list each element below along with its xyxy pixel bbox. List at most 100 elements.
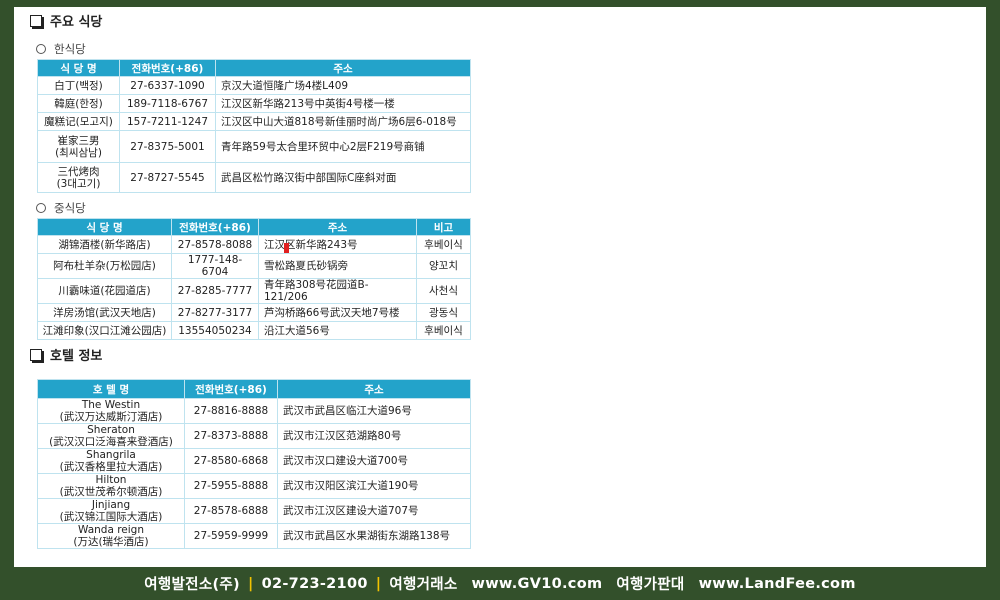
restaurant-name: 湖锦酒楼(新华路店) [37, 235, 172, 254]
korean-restaurants-table: 식 당 명 전화번호(+86) 주소 白丁(백정) 27-6337-1090 京… [37, 59, 471, 193]
hotel-address: 武汉市武昌区水果湖街东湖路138号 [277, 523, 471, 549]
table-row: Jinjiang (武汉锦江国际大酒店) 27-8578-6888 武汉市江汉区建… [37, 498, 471, 524]
restaurant-name: 三代烤肉 (3대고기) [37, 162, 120, 193]
restaurant-address: 江汉区新华路213号中英街4号楼一楼 [215, 94, 471, 113]
hotel-name-en: Wanda reign [77, 524, 145, 536]
restaurants-title-text: 주요 식당 [50, 15, 103, 30]
restaurant-name-line1: 三代烤肉 [57, 165, 100, 178]
table-row: 白丁(백정) 27-6337-1090 京汉大道恒隆广场4楼L409 [37, 76, 471, 95]
table-row: Shangrila (武汉香格里拉大酒店) 27-8580-6868 武汉市汉口建… [37, 448, 471, 474]
footer-label-stand: 여행가판대 [616, 577, 685, 593]
restaurant-phone: 27-8375-5001 [119, 130, 216, 163]
restaurant-address: 武昌区松竹路汉街中部国际C座斜对面 [215, 162, 471, 193]
chinese-restaurants-subtitle: 중식당 [36, 200, 86, 216]
hotel-name-cn: (武汉万达威斯汀酒店) [59, 411, 163, 423]
restaurant-phone: 189-7118-6767 [119, 94, 216, 113]
hotel-name: The Westin (武汉万达威斯汀酒店) [37, 398, 185, 424]
table-row: 湖锦酒楼(新华路店) 27-8578-8088 江汉区新华路243号 후베이식 [37, 235, 471, 254]
hotel-name: Shangrila (武汉香格里拉大酒店) [37, 448, 185, 474]
text-cursor-marker [284, 243, 289, 253]
restaurant-name-line2: (최씨삼남) [55, 146, 102, 159]
hotel-name-en: Jinjiang [91, 499, 131, 511]
restaurant-address: 京汉大道恒隆广场4楼L409 [215, 76, 471, 95]
korean-title-text: 한식당 [54, 42, 86, 56]
hotel-address: 武汉市汉阳区滨江大道190号 [277, 473, 471, 499]
checkbox-square-icon [30, 348, 42, 361]
restaurant-phone: 27-6337-1090 [119, 76, 216, 95]
hotel-name-cn: (武汉汉口泛海喜来登酒店) [49, 436, 173, 448]
restaurant-phone: 27-8578-8088 [171, 235, 259, 254]
header-note: 비고 [416, 218, 471, 236]
restaurant-name: 阿布杜羊杂(万松园店) [37, 253, 172, 279]
hotel-name-en: The Westin [81, 399, 141, 411]
table-row: 韓庭(한정) 189-7118-6767 江汉区新华路213号中英街4号楼一楼 [37, 94, 471, 113]
table-header-row: 호 텔 명 전화번호(+86) 주소 [37, 379, 471, 399]
hotel-name-cn: (武汉香格里拉大酒店) [59, 461, 163, 473]
hotel-phone: 27-5955-8888 [184, 473, 278, 499]
footer-link-landfee[interactable]: www.LandFee.com [699, 576, 856, 592]
restaurant-name-line2: (3대고기) [56, 177, 101, 190]
header-phone: 전화번호(+86) [184, 379, 278, 399]
table-row: 三代烤肉 (3대고기) 27-8727-5545 武昌区松竹路汉街中部国际C座斜对… [37, 162, 471, 193]
restaurant-phone: 27-8727-5545 [119, 162, 216, 193]
restaurant-note: 후베이식 [416, 321, 471, 340]
table-row: Hilton (武汉世茂希尔顿酒店) 27-5955-8888 武汉市汉阳区滨江大… [37, 473, 471, 499]
header-phone: 전화번호(+86) [171, 218, 259, 236]
restaurant-address: 沿江大道56号 [258, 321, 417, 340]
restaurant-name: 韓庭(한정) [37, 94, 120, 113]
restaurant-address: 雪松路夏氏砂锅旁 [258, 253, 417, 279]
footer-label-exchange: 여행거래소 [389, 577, 458, 593]
hotel-address: 武汉市江汉区范湖路80号 [277, 423, 471, 449]
hotel-name-en: Hilton [95, 474, 127, 486]
hotel-address: 武汉市江汉区建设大道707号 [277, 498, 471, 524]
restaurants-section-title: 주요 식당 [30, 11, 102, 30]
restaurant-phone: 157-7211-1247 [119, 112, 216, 131]
header-name: 식 당 명 [37, 59, 120, 77]
header-name: 호 텔 명 [37, 379, 185, 399]
circle-bullet-icon [36, 44, 46, 54]
hotels-title-text: 호텔 정보 [50, 349, 103, 364]
hotel-name-cn: (万达(瑞华酒店) [73, 536, 149, 548]
chinese-title-text: 중식당 [54, 201, 86, 215]
restaurant-phone: 1777-148-6704 [171, 253, 259, 279]
hotels-table: 호 텔 명 전화번호(+86) 주소 The Westin (武汉万达威斯汀酒店)… [37, 379, 471, 549]
footer-company: 여행발전소(주) [144, 577, 240, 593]
restaurant-name: 白丁(백정) [37, 76, 120, 95]
chinese-restaurants-table: 식 당 명 전화번호(+86) 주소 비고 湖锦酒楼(新华路店) 27-8578… [37, 218, 471, 340]
hotel-phone: 27-8580-6868 [184, 448, 278, 474]
table-header-row: 식 당 명 전화번호(+86) 주소 비고 [37, 218, 471, 236]
header-name: 식 당 명 [37, 218, 172, 236]
restaurant-address: 芦沟桥路66号武汉天地7号楼 [258, 303, 417, 322]
restaurant-address: 江汉区新华路243号 [258, 235, 417, 254]
hotel-name-en: Shangrila [86, 449, 136, 461]
table-row: 魔糕记(모고지) 157-7211-1247 江汉区中山大道818号新佳丽时尚广… [37, 112, 471, 131]
hotel-phone: 27-8816-8888 [184, 398, 278, 424]
restaurant-note: 양꼬치 [416, 253, 471, 279]
table-row: Sheraton (武汉汉口泛海喜来登酒店) 27-8373-8888 武汉市江汉… [37, 423, 471, 449]
restaurant-address: 江汉区中山大道818号新佳丽时尚广场6层6-018号 [215, 112, 471, 131]
hotel-address: 武汉市汉口建设大道700号 [277, 448, 471, 474]
restaurant-address: 青年路59号太合里环贸中心2层F219号商铺 [215, 130, 471, 163]
table-row: 洋房汤馆(武汉天地店) 27-8277-3177 芦沟桥路66号武汉天地7号楼 … [37, 303, 471, 322]
hotel-name: Hilton (武汉世茂希尔顿酒店) [37, 473, 185, 499]
hotels-section-title: 호텔 정보 [30, 345, 102, 364]
restaurant-name: 川霸味道(花园道店) [37, 278, 172, 304]
checkbox-square-icon [30, 14, 42, 27]
hotel-address: 武汉市武昌区临江大道96号 [277, 398, 471, 424]
hotel-name-en: Sheraton [87, 424, 135, 436]
hotel-phone: 27-5959-9999 [184, 523, 278, 549]
restaurant-name-line1: 崔家三男 [57, 134, 100, 147]
header-address: 주소 [277, 379, 471, 399]
footer-phone: 02-723-2100 [261, 575, 368, 592]
header-address: 주소 [215, 59, 471, 77]
table-row: The Westin (武汉万达威斯汀酒店) 27-8816-8888 武汉市武昌… [37, 398, 471, 424]
hotel-phone: 27-8373-8888 [184, 423, 278, 449]
hotel-name: Sheraton (武汉汉口泛海喜来登酒店) [37, 423, 185, 449]
restaurant-address: 青年路308号花园道B-121/206 [258, 278, 417, 304]
restaurant-note: 사천식 [416, 278, 471, 304]
footer-link-gv10[interactable]: www.GV10.com [472, 576, 603, 592]
table-row: Wanda reign (万达(瑞华酒店) 27-5959-9999 武汉市武昌区… [37, 523, 471, 549]
korean-restaurants-subtitle: 한식당 [36, 41, 86, 57]
restaurant-note: 광동식 [416, 303, 471, 322]
restaurant-name: 江滩印象(汉口江滩公园店) [37, 321, 172, 340]
